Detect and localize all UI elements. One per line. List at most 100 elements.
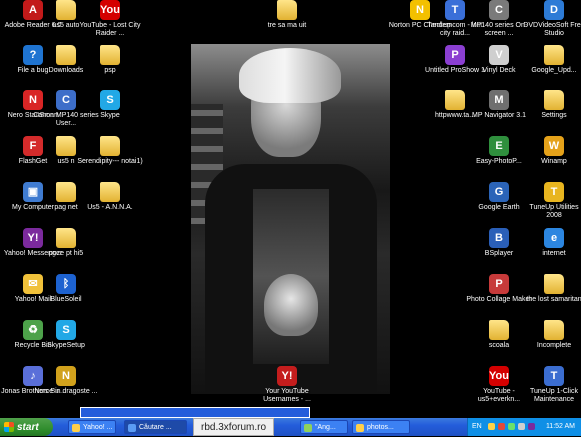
desktop-icon-label: poze pt hi5 (48, 250, 84, 257)
desktop-icon[interactable]: ᛒ BlueSoleil (33, 274, 99, 304)
yahoo-youtube-icon: Y! (277, 366, 297, 386)
folder-icon (544, 45, 564, 65)
wallpaper-skull-print (264, 274, 318, 336)
easy-photo-icon: E (489, 136, 509, 156)
desktop-icon-label: Google_Upd... (531, 67, 577, 74)
desktop-icon[interactable]: S SkypeSetup (33, 320, 99, 350)
folder-icon (100, 136, 120, 156)
canon-icon: C (56, 90, 76, 110)
wallpaper-photo (191, 44, 390, 394)
tray-norton-icon[interactable] (498, 423, 505, 430)
folder-icon (100, 182, 120, 202)
folder-icon (356, 424, 364, 432)
folder-icon (100, 45, 120, 65)
norce-icon: N (56, 366, 76, 386)
tray-shield-icon[interactable] (488, 423, 495, 430)
desktop-icon[interactable]: psp (77, 45, 143, 75)
desktop-icon[interactable]: Google_Upd... (521, 45, 581, 75)
desktop-icon[interactable]: Y! Your YouTube Usernames - ... (254, 366, 320, 404)
windows-flag-icon (4, 422, 14, 432)
desktop-icon-label: YouTube - Lost City Raider ... (79, 22, 141, 37)
desktop-icon-label: TuneUp Utilities 2008 (529, 204, 579, 219)
folder-icon (544, 90, 564, 110)
desktop-icon-label: psp (104, 67, 116, 74)
desktop-icon-label: DVDVideoSoft Free Studio (523, 22, 581, 37)
desktop-icon-label: the lost samaritan (526, 296, 581, 303)
desktop-icon-label: Us5 - A.N.N.A. (87, 204, 133, 211)
desktop-icon-label: BlueSoleil (50, 296, 82, 303)
task-label: Căutare ... (139, 424, 172, 431)
desktop-icon[interactable]: Settings (521, 90, 581, 120)
folder-icon (277, 0, 297, 20)
task-label: photos... (367, 424, 394, 431)
tuneup-icon: T (544, 182, 564, 202)
task-label: Yahoo! ... (83, 424, 113, 431)
skype-setup-icon: S (56, 320, 76, 340)
folder-icon (56, 45, 76, 65)
folder-icon (56, 0, 76, 20)
winamp-icon: W (544, 136, 564, 156)
task-photos[interactable]: photos... (352, 420, 410, 434)
desktop-icon[interactable]: N Norce in dragoste ... (33, 366, 99, 396)
desktop-icon[interactable]: W Winamp (521, 136, 581, 166)
google-earth-icon: G (489, 182, 509, 202)
system-tray: EN 11:52 AM (467, 418, 581, 436)
folder-icon (56, 228, 76, 248)
folder-icon (544, 274, 564, 294)
youtube-icon: You (489, 366, 509, 386)
folder-icon (544, 320, 564, 340)
folder-icon (489, 320, 509, 340)
watermark: rbd.3xforum.ro (193, 418, 275, 436)
start-label: start (17, 421, 39, 433)
photo-collage-icon: P (489, 274, 509, 294)
task-cautare[interactable]: Căutare ... (124, 420, 187, 434)
desktop-icon-label: Incomplete (536, 342, 572, 349)
folder-icon (445, 90, 465, 110)
desktop-icon[interactable]: Us5 - A.N.N.A. (77, 182, 143, 212)
bsplayer-icon: B (489, 228, 509, 248)
vinyl-deck-icon: V (489, 45, 509, 65)
tray-volume-icon[interactable] (518, 423, 525, 430)
desktop-icon-label: Winamp (541, 158, 567, 165)
desktop-icon[interactable]: S Skype (77, 90, 143, 120)
tray-yahoo-icon[interactable] (528, 423, 535, 430)
skype-icon: S (100, 90, 120, 110)
desktop-icon[interactable]: poze pt hi5 (33, 228, 99, 258)
tandemcom-icon: T (445, 0, 465, 20)
desktop-icon-label: tre sa ma uit (267, 22, 307, 29)
internet-explorer-icon: e (544, 228, 564, 248)
canon-icon: C (489, 0, 509, 20)
desktop-icon-label: internet (542, 250, 566, 257)
desktop-icon[interactable]: T TuneUp 1-Click Maintenance (521, 366, 581, 404)
language-indicator[interactable]: EN (472, 423, 482, 430)
desktop-icon[interactable]: tre sa ma uit (254, 0, 320, 30)
task-yahoo[interactable]: Yahoo! ... (68, 420, 116, 434)
browser-icon (128, 424, 136, 432)
tray-network-icon[interactable] (508, 423, 515, 430)
desktop-icon-label: Serendipity--- notai1) (77, 158, 143, 165)
proshow-icon: P (445, 45, 465, 65)
tuneup-maintenance-icon: T (544, 366, 564, 386)
desktop-icon-label: Skype (100, 112, 120, 119)
yahoo-icon (72, 424, 80, 432)
task-label: "Ang... (315, 424, 336, 431)
mp-navigator-icon: M (489, 90, 509, 110)
desktop-icon-label: Norce in dragoste ... (34, 388, 98, 395)
desktop-icon-label: TuneUp 1-Click Maintenance (530, 388, 578, 403)
youtube-icon: You (100, 0, 120, 20)
start-button[interactable]: start (0, 418, 53, 436)
desktop-icon[interactable]: Incomplete (521, 320, 581, 350)
desktop-icon[interactable]: Serendipity--- notai1) (77, 136, 143, 166)
desktop-icon[interactable]: You YouTube - Lost City Raider ... (77, 0, 143, 38)
desktop-icon[interactable]: T TuneUp Utilities 2008 (521, 182, 581, 220)
desktop-icon-label: Your YouTube Usernames - ... (263, 388, 311, 403)
folder-icon (56, 182, 76, 202)
dvdvideosoft-icon: D (544, 0, 564, 20)
document-icon (304, 424, 312, 432)
desktop-icon[interactable]: e internet (521, 228, 581, 258)
task-ang[interactable]: "Ang... (300, 420, 348, 434)
desktop-icon[interactable]: the lost samaritan (521, 274, 581, 304)
clock[interactable]: 11:52 AM (546, 423, 575, 430)
folder-icon (56, 136, 76, 156)
desktop-icon[interactable]: D DVDVideoSoft Free Studio (521, 0, 581, 38)
